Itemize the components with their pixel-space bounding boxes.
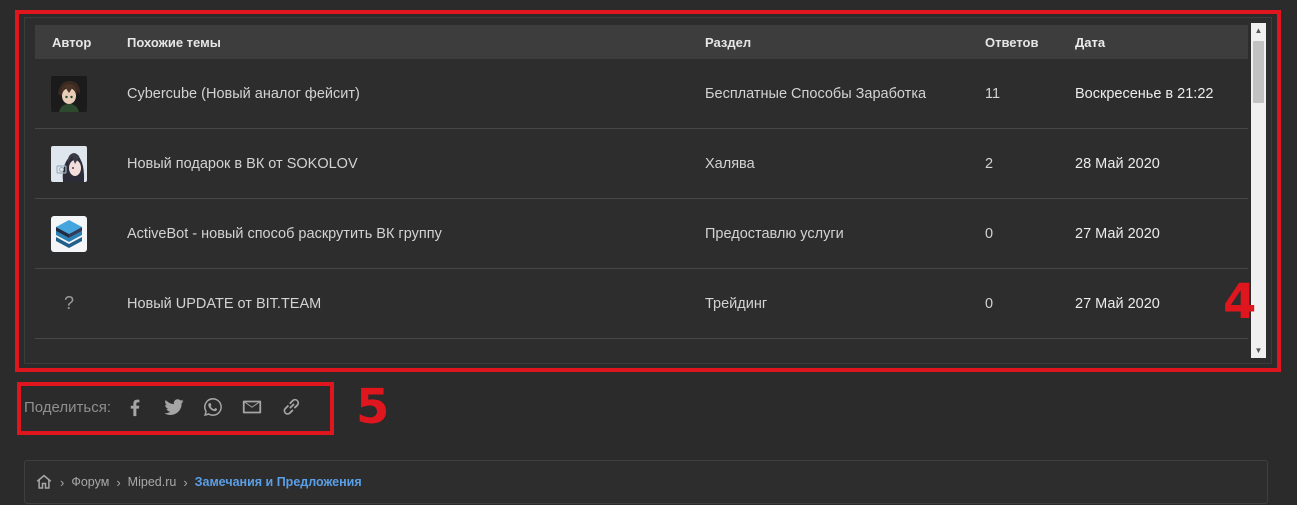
similar-threads-table: Автор Похожие темы Раздел Ответов Дата C… bbox=[35, 25, 1248, 345]
similar-threads-panel: Автор Похожие темы Раздел Ответов Дата C… bbox=[24, 17, 1272, 364]
anime-avatar-dark[interactable] bbox=[51, 75, 87, 112]
thread-forum[interactable]: Предоставлю услуги bbox=[690, 226, 970, 242]
share-label: Поделиться: bbox=[24, 398, 111, 416]
annotation-number-5: 5 bbox=[356, 379, 390, 435]
table-row[interactable]: ? Новый UPDATE от BIT.TEAM Трейдинг 0 27… bbox=[35, 269, 1248, 339]
thread-title[interactable]: ActiveBot - новый способ раскрутить ВК г… bbox=[112, 226, 690, 242]
anime-avatar-light[interactable] bbox=[51, 145, 87, 182]
table-header: Автор Похожие темы Раздел Ответов Дата bbox=[35, 25, 1248, 59]
thread-replies: 0 bbox=[985, 295, 994, 312]
chevron-right-icon: › bbox=[116, 474, 121, 490]
link-icon[interactable] bbox=[279, 395, 303, 419]
thread-date: 28 Май 2020 bbox=[1075, 155, 1160, 172]
whatsapp-icon[interactable] bbox=[201, 395, 225, 419]
breadcrumb-miped[interactable]: Miped.ru bbox=[128, 475, 177, 489]
thread-replies: 0 bbox=[985, 225, 994, 242]
home-icon[interactable] bbox=[35, 473, 53, 491]
table-row[interactable]: Новый подарок в ВК от SOKOLOV Халява 2 2… bbox=[35, 129, 1248, 199]
thread-replies: 2 bbox=[985, 155, 994, 172]
scroll-down-icon[interactable]: ▼ bbox=[1251, 343, 1266, 358]
breadcrumb: › Форум › Miped.ru › Замечания и Предлож… bbox=[24, 460, 1268, 504]
scroll-thumb[interactable] bbox=[1253, 41, 1264, 103]
header-replies[interactable]: Ответов bbox=[970, 35, 1060, 50]
breadcrumb-forum[interactable]: Форум bbox=[71, 475, 109, 489]
layers-logo[interactable] bbox=[51, 215, 87, 252]
thread-forum[interactable]: Халява bbox=[690, 156, 970, 172]
thread-date: 27 Май 2020 bbox=[1075, 295, 1160, 312]
thread-title[interactable]: Новый подарок в ВК от SOKOLOV bbox=[112, 156, 690, 172]
table-row[interactable]: ActiveBot - новый способ раскрутить ВК г… bbox=[35, 199, 1248, 269]
chevron-right-icon: › bbox=[60, 474, 65, 490]
breadcrumb-current[interactable]: Замечания и Предложения bbox=[195, 475, 362, 489]
header-author[interactable]: Автор bbox=[35, 35, 112, 50]
annotation-number-4: 4 bbox=[1223, 274, 1257, 330]
facebook-icon[interactable] bbox=[123, 395, 147, 419]
share-bar: Поделиться: bbox=[24, 392, 318, 422]
header-forum[interactable]: Раздел bbox=[690, 35, 970, 50]
email-icon[interactable] bbox=[240, 395, 264, 419]
thread-forum[interactable]: Трейдинг bbox=[690, 296, 970, 312]
question-mark[interactable]: ? bbox=[51, 286, 87, 322]
thread-date: 27 Май 2020 bbox=[1075, 225, 1160, 242]
thread-title[interactable]: Cybercube (Новый аналог фейсит) bbox=[112, 86, 690, 102]
thread-title[interactable]: Новый UPDATE от BIT.TEAM bbox=[112, 296, 690, 312]
twitter-icon[interactable] bbox=[162, 395, 186, 419]
header-title[interactable]: Похожие темы bbox=[112, 35, 690, 50]
header-date[interactable]: Дата bbox=[1060, 35, 1248, 50]
thread-forum[interactable]: Бесплатные Способы Заработка bbox=[690, 86, 970, 102]
thread-date: Воскресенье в 21:22 bbox=[1075, 85, 1214, 102]
table-row[interactable]: Cybercube (Новый аналог фейсит) Бесплатн… bbox=[35, 59, 1248, 129]
chevron-right-icon: › bbox=[183, 474, 188, 490]
scroll-up-icon[interactable]: ▲ bbox=[1251, 23, 1266, 38]
thread-replies: 11 bbox=[985, 85, 1001, 102]
